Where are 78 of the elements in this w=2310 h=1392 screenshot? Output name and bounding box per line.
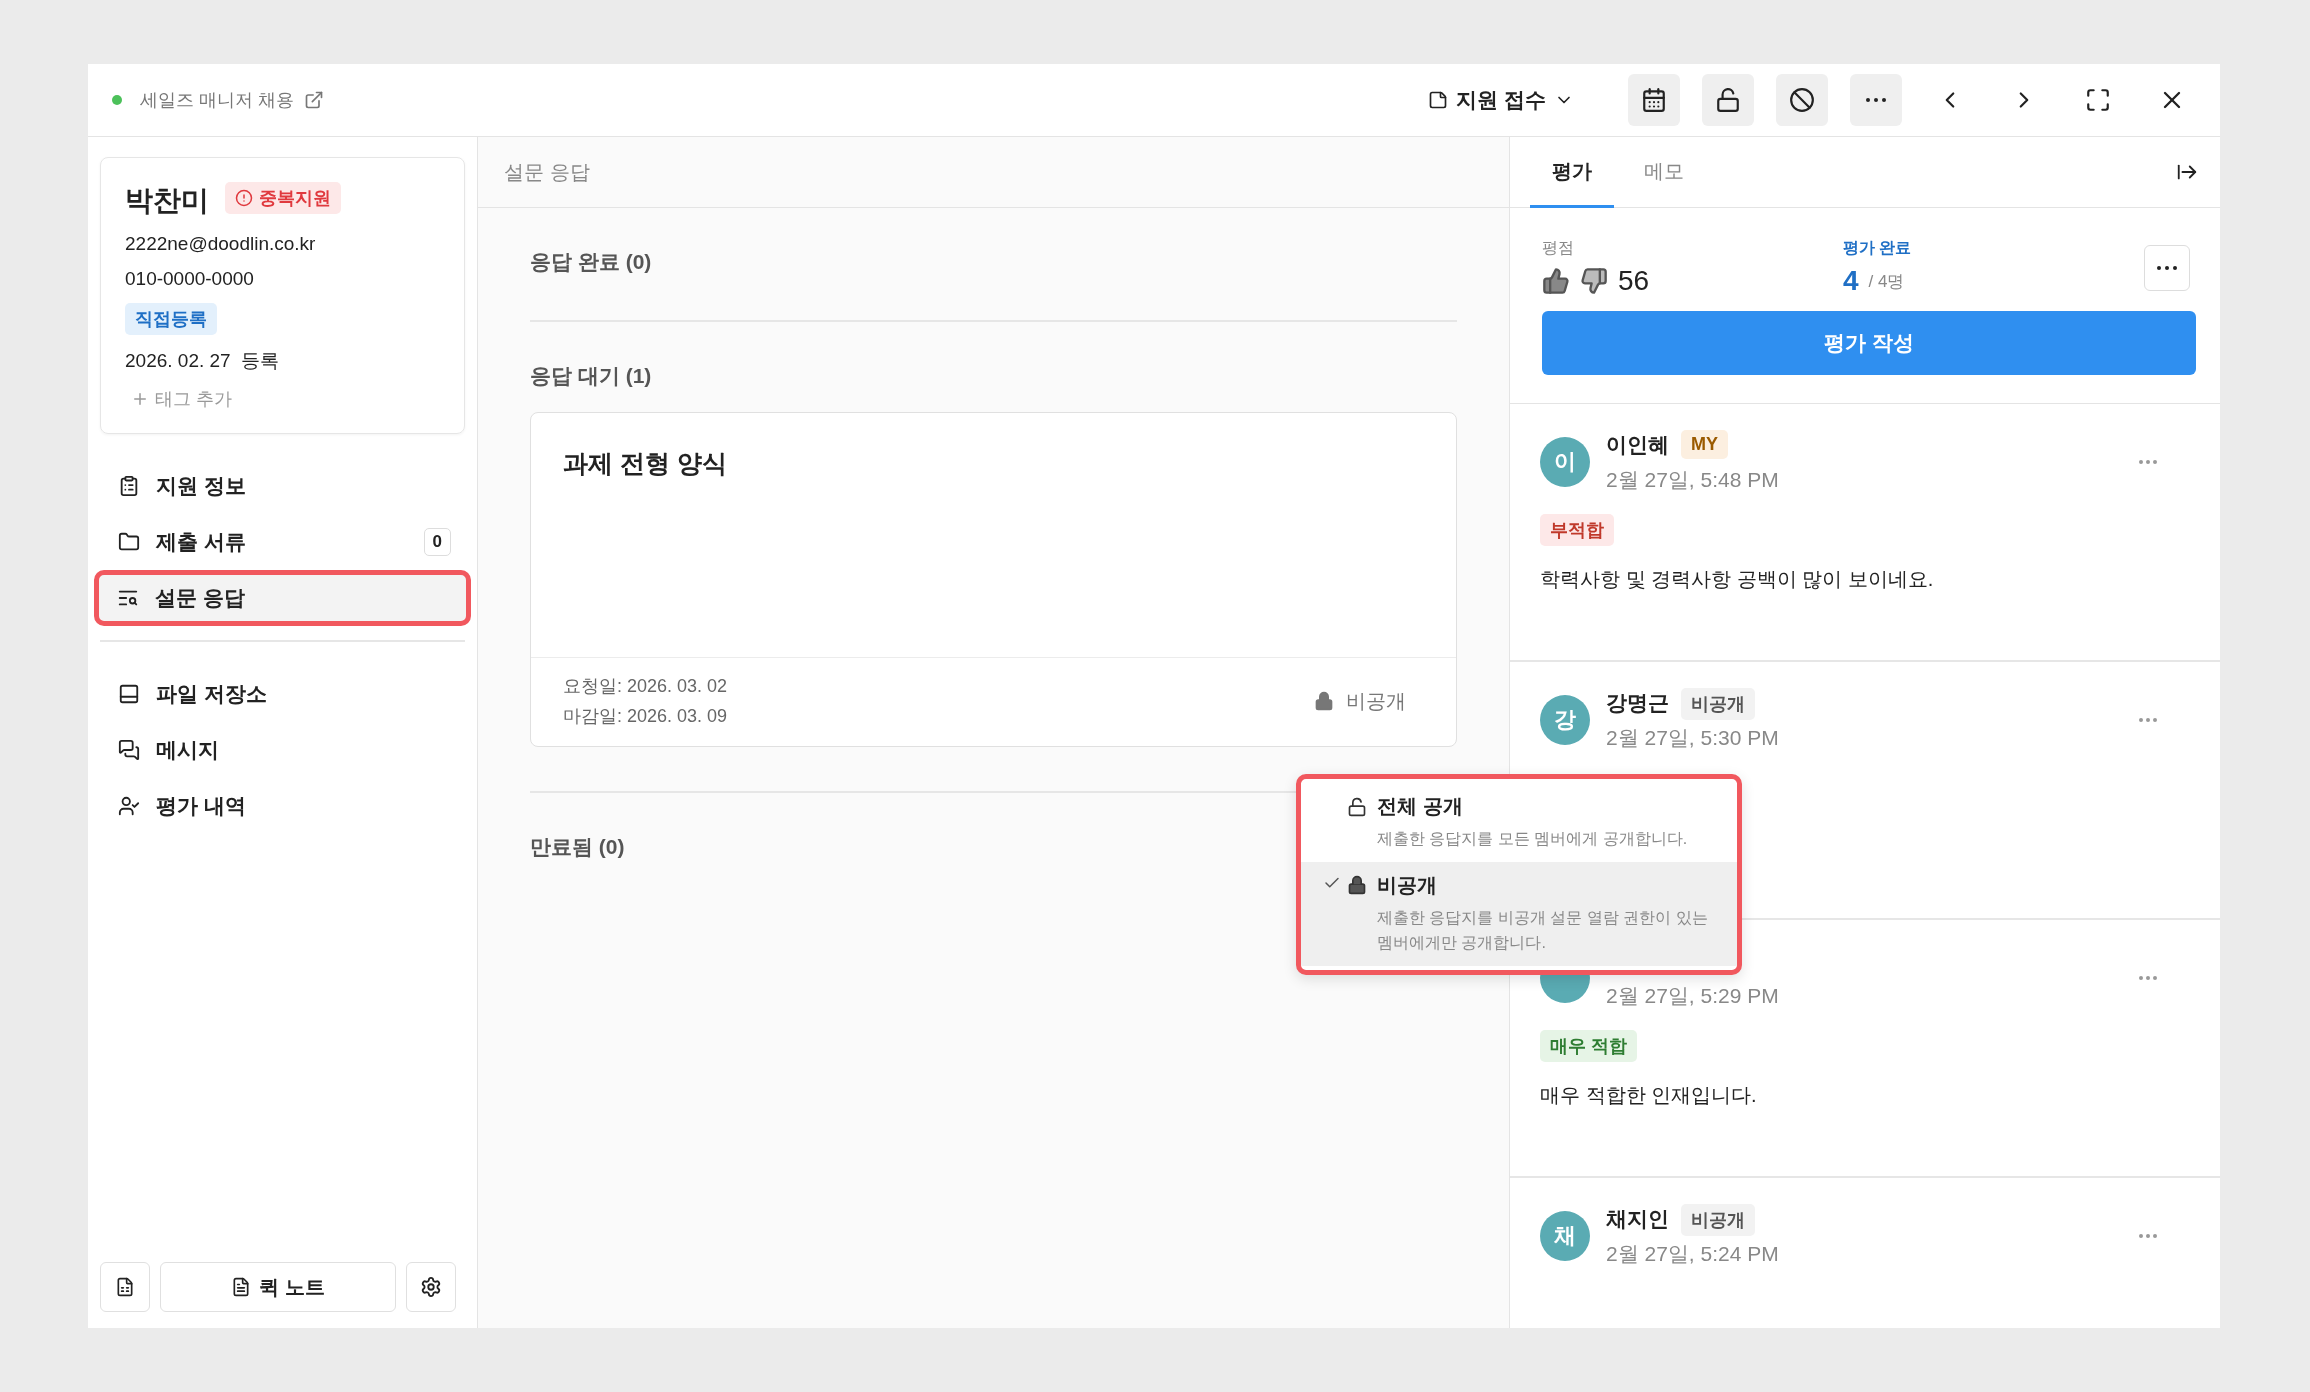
more-icon (1866, 98, 1886, 102)
nav-item[interactable]: 평가 내역 (100, 778, 465, 834)
menu-option[interactable]: 전체 공개 제출한 응답지를 모든 멤버에게 공개합니다. (1301, 783, 1737, 862)
avatar: 이 (1540, 437, 1590, 487)
tab[interactable]: 평가 (1530, 137, 1614, 208)
deadline-date: 마감일: 2026. 03. 09 (563, 705, 729, 728)
nav-item[interactable]: 메시지 (100, 722, 465, 778)
request-date: 요청일: 2026. 03. 02 (563, 675, 729, 698)
section-heading: 만료됨 (0) (530, 834, 625, 860)
registered-date: 2026. 02. 27 등록 (125, 349, 281, 373)
survey-title: 과제 전형 양식 (562, 448, 728, 479)
nav-item[interactable]: 제출 서류 0 (100, 514, 465, 570)
completion-label: 평가 완료 (1843, 238, 1913, 258)
nav-item[interactable]: 지원 정보 (100, 458, 465, 514)
lock-icon (1314, 691, 1334, 711)
visibility-button[interactable]: 비공개 (1308, 686, 1412, 716)
person-check-icon (118, 795, 140, 817)
reviewer-badge: 비공개 (1681, 1204, 1755, 1236)
calendar-icon (1641, 87, 1667, 113)
phone-text: 010-0000-0000 (125, 268, 255, 290)
thumbs-up-icon (1542, 267, 1570, 295)
avatar: 강 (1540, 695, 1590, 745)
duplicate-badge: 중복지원 (225, 182, 341, 214)
note-icon (231, 1277, 252, 1297)
score-value: 56 (1618, 265, 1650, 297)
review-time: 2월 27일, 5:24 PM (1606, 1241, 1780, 1267)
unlock-icon (1715, 87, 1741, 113)
spreadsheet-icon (115, 1277, 135, 1297)
unlock-button[interactable] (1702, 74, 1754, 126)
excel-button[interactable] (100, 1262, 150, 1312)
email-text: 2222ne@doodlin.co.kr (125, 233, 317, 255)
review-time: 2월 27일, 5:30 PM (1606, 725, 1780, 751)
status-dot (112, 95, 122, 105)
storage-icon (118, 683, 140, 705)
completion-count: 4 (1843, 265, 1859, 297)
nav-item[interactable]: 설문 응답 (94, 570, 471, 626)
reviewer-badge: MY (1681, 430, 1728, 459)
clipboard-icon (118, 475, 140, 497)
nav-item[interactable]: 파일 저장소 (100, 666, 465, 722)
status-dropdown[interactable]: 지원 접수 (1422, 85, 1580, 115)
count-badge: 0 (423, 528, 451, 556)
review-comment: 매우 적합한 인재입니다. (1540, 1083, 1758, 1108)
unlock-icon (1347, 796, 1367, 817)
score-label: 평점 (1542, 238, 1575, 258)
calendar-button[interactable] (1628, 74, 1680, 126)
settings-icon (420, 1276, 442, 1298)
quick-note-button[interactable]: 퀵 노트 (160, 1262, 396, 1312)
source-tag: 직접등록 (125, 303, 217, 335)
plus-icon (131, 390, 149, 408)
reviewer-badge: 비공개 (1681, 688, 1755, 720)
reviewer-name: 이인혜 (1606, 432, 1669, 458)
avatar: 채 (1540, 1211, 1590, 1261)
tab[interactable]: 메모 (1622, 137, 1706, 208)
block-button[interactable] (1776, 74, 1828, 126)
more-icon (2157, 265, 2177, 270)
thumbs-down-icon (1580, 267, 1608, 295)
chat-icon (118, 739, 140, 761)
completion-total: / 4명 (1868, 270, 1905, 293)
external-link-icon[interactable] (304, 90, 324, 110)
folder-icon (118, 531, 140, 553)
verdict-tag: 매우 적합 (1540, 1030, 1637, 1062)
note-icon (1428, 90, 1449, 110)
section-heading: 응답 대기 (1) (530, 363, 652, 389)
menu-option[interactable]: 비공개 제출한 응답지를 비공개 설문 열람 권한이 있는 멤버에게만 공개합니다. (1301, 861, 1737, 966)
candidate-name: 박찬미 (125, 184, 209, 218)
settings-button[interactable] (406, 1262, 456, 1312)
job-title: 세일즈 매니저 채용 (140, 89, 294, 112)
review-comment: 학력사항 및 경력사항 공백이 많이 보이네요. (1540, 567, 1935, 592)
reviewer-name: 채지인 (1606, 1206, 1669, 1232)
lock-icon (1347, 875, 1367, 896)
verdict-tag: 부적합 (1540, 514, 1614, 546)
block-icon (1789, 87, 1815, 113)
reviewer-name: 강명근 (1606, 690, 1669, 716)
review-time: 2월 27일, 5:29 PM (1606, 983, 1780, 1009)
review-time: 2월 27일, 5:48 PM (1606, 467, 1780, 493)
fullscreen-icon (2085, 87, 2111, 113)
panel-title: 설문 응답 (478, 137, 1509, 208)
section-heading: 응답 완료 (0) (530, 249, 652, 275)
